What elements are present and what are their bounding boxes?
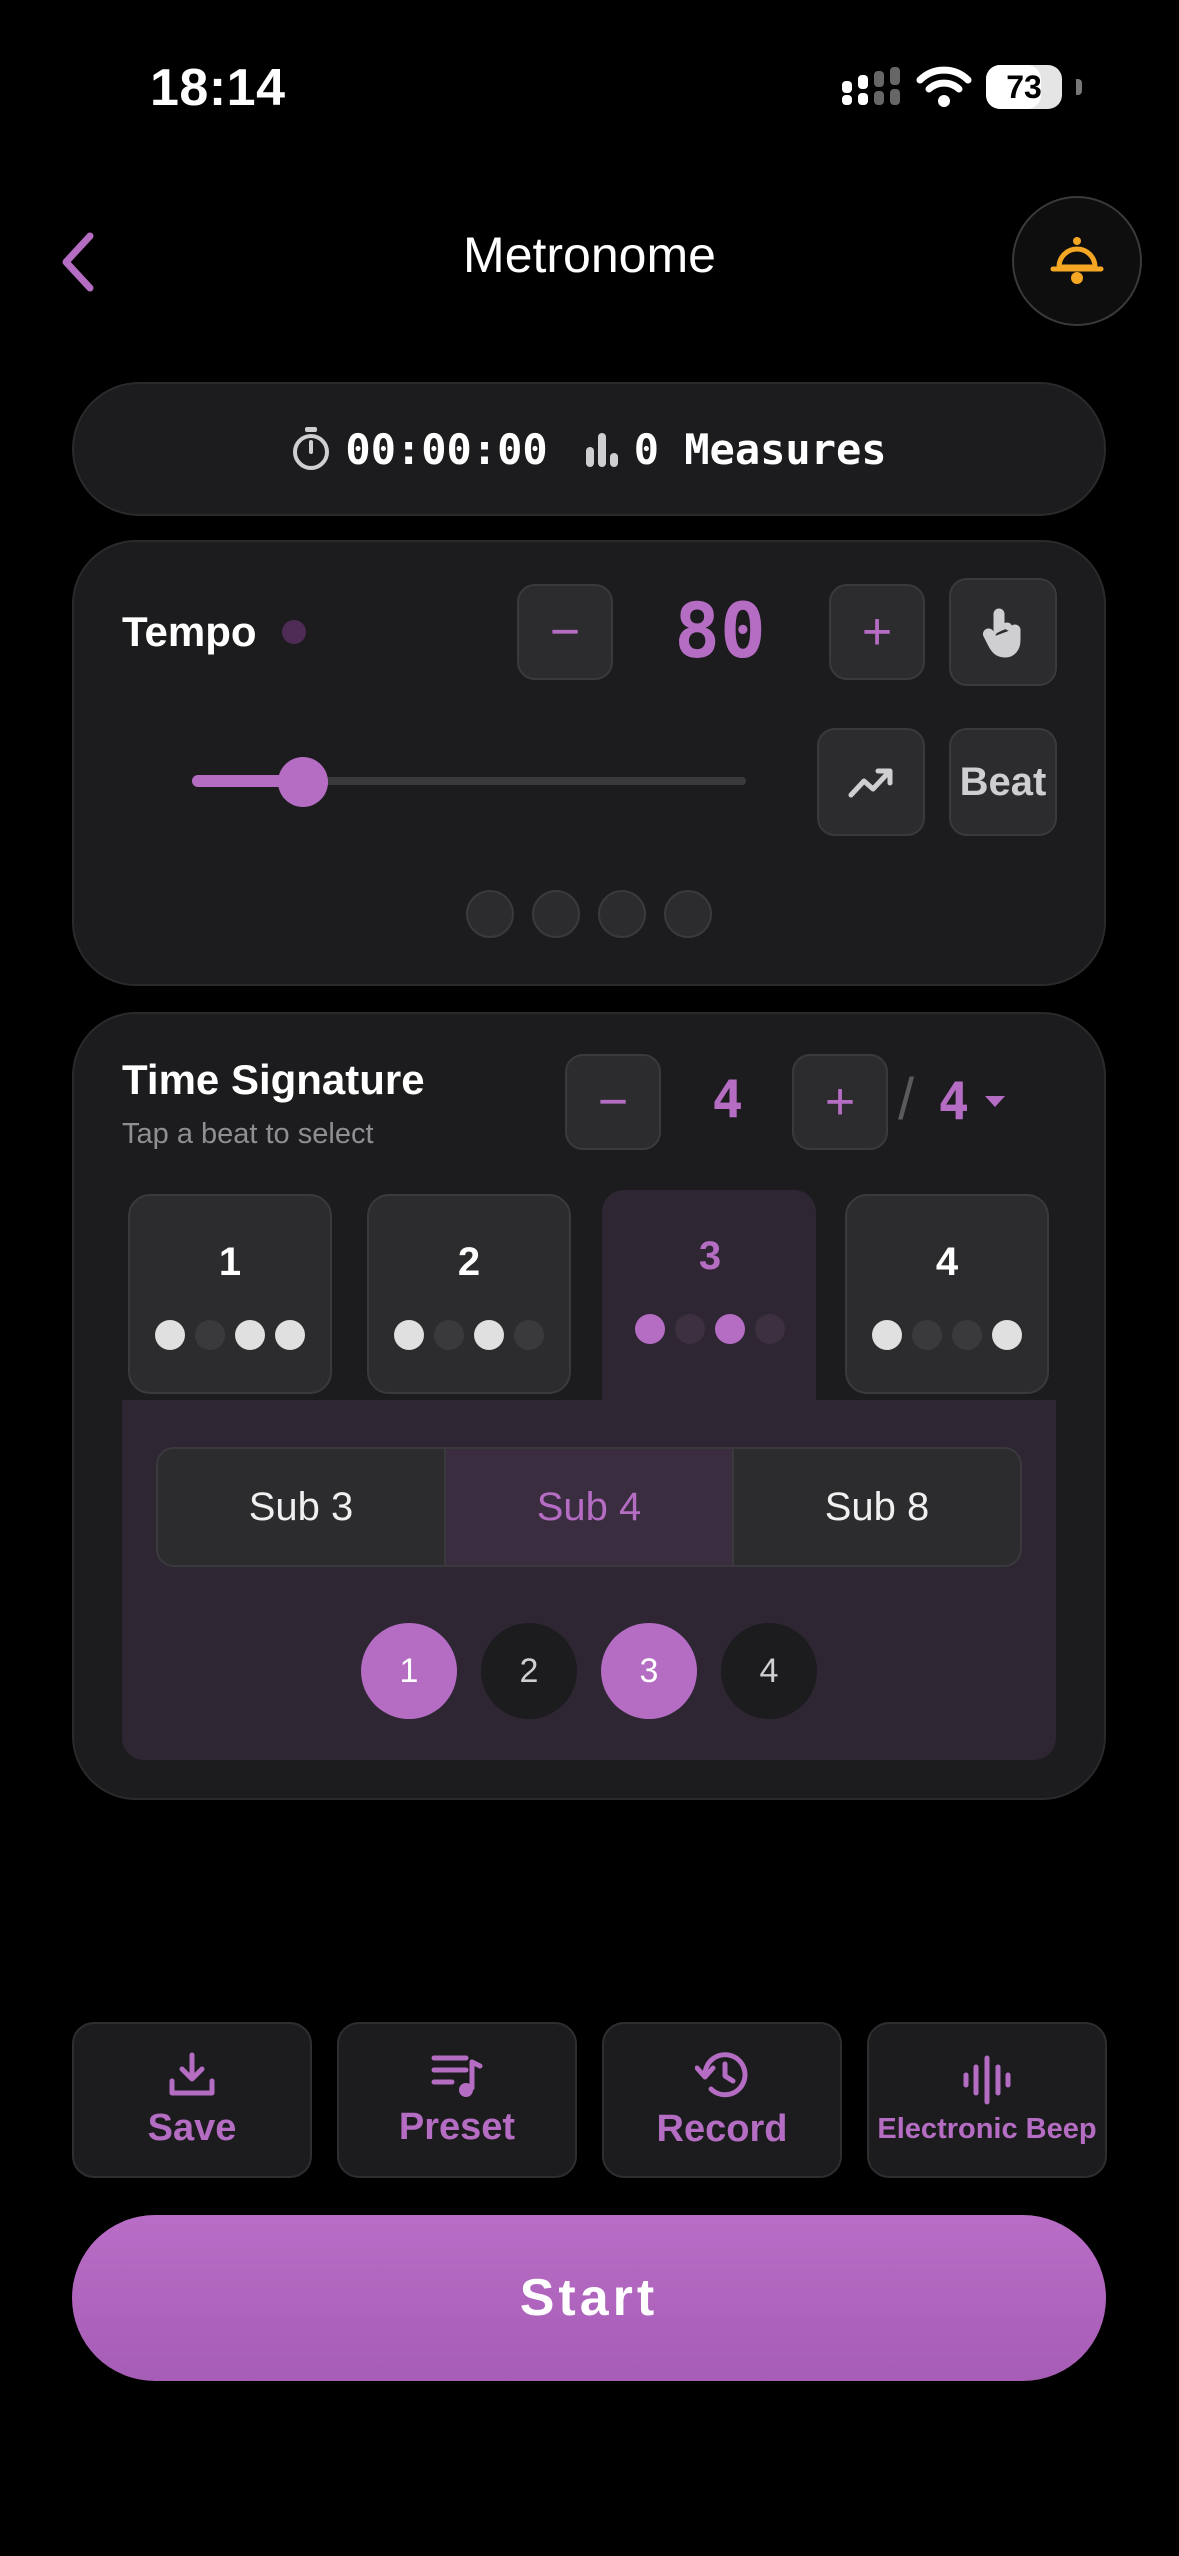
beat-progress-dot	[598, 890, 646, 938]
pattern-dot	[514, 1320, 544, 1350]
tempo-value[interactable]: 80	[640, 586, 800, 675]
sound-label: Electronic Beep	[877, 2112, 1097, 2145]
pattern-dot	[434, 1320, 464, 1350]
tap-hand-icon	[983, 608, 1021, 658]
pattern-dot	[474, 1320, 504, 1350]
denominator-dropdown[interactable]: 4	[938, 1060, 1007, 1144]
elapsed-time: 00:00:00	[345, 424, 548, 474]
numerator-value: 4	[711, 1070, 744, 1130]
battery-level: 73	[1006, 68, 1042, 105]
denominator-value: 4	[938, 1072, 970, 1132]
beat-tile-4[interactable]: 4	[845, 1194, 1049, 1394]
pattern-dot	[715, 1314, 745, 1344]
status-time: 18:14	[150, 59, 286, 117]
session-stats: 00:00:00 0 Measures	[72, 382, 1106, 516]
beat-mode-button[interactable]: Beat	[949, 728, 1057, 836]
sub-beat-1-toggle[interactable]: 1	[361, 1623, 457, 1719]
pattern-dot	[635, 1314, 665, 1344]
pattern-dot	[952, 1320, 982, 1350]
save-label: Save	[147, 2106, 237, 2149]
subdivision-segmented-control: Sub 3 Sub 4 Sub 8	[156, 1447, 1022, 1567]
time-signature-hint: Tap a beat to select	[122, 1118, 374, 1150]
beat-tile-3[interactable]: 3	[603, 1190, 817, 1390]
wifi-icon	[916, 66, 972, 107]
battery-indicator: 73	[986, 65, 1062, 109]
numerator-increase-button[interactable]: +	[792, 1054, 888, 1150]
tempo-label: Tempo	[122, 608, 257, 655]
sub-beat-2-toggle[interactable]: 2	[481, 1623, 577, 1719]
pattern-dot	[992, 1320, 1022, 1350]
page-title: Metronome	[463, 227, 716, 283]
battery-tip	[1076, 79, 1082, 95]
measures-bars-icon	[585, 433, 618, 467]
preset-label: Preset	[398, 2105, 516, 2148]
music-playlist-icon	[431, 2055, 483, 2097]
beat-number: 3	[698, 1234, 722, 1278]
tempo-decrease-button[interactable]: −	[517, 584, 613, 680]
pattern-dot	[755, 1314, 785, 1344]
download-icon	[169, 2052, 215, 2095]
measure-count: 0 Measures	[633, 424, 887, 474]
signature-slash: /	[898, 1067, 915, 1132]
record-label: Record	[656, 2107, 788, 2150]
cellular-signal-icon	[842, 67, 900, 105]
stopwatch-icon	[293, 427, 330, 470]
sound-select-button[interactable]: Electronic Beep	[867, 2022, 1107, 2178]
sub-beat-3-toggle[interactable]: 3	[601, 1623, 697, 1719]
tempo-ramp-button[interactable]	[817, 728, 925, 836]
beat-pattern-dots	[603, 1314, 817, 1344]
sub-beat-4-toggle[interactable]: 4	[721, 1623, 817, 1719]
sub-8-option[interactable]: Sub 8	[732, 1449, 1020, 1565]
sound-wave-icon	[963, 2055, 1011, 2104]
trend-up-icon	[848, 768, 893, 798]
pattern-dot	[155, 1320, 185, 1350]
preset-button[interactable]: Preset	[337, 2022, 577, 2178]
caret-down-icon	[985, 1096, 1006, 1107]
beat-progress-dot	[466, 890, 514, 938]
beat-indicator-dot	[282, 620, 306, 644]
beat-progress-dots	[466, 890, 712, 938]
beat-pattern-dots	[130, 1320, 330, 1350]
beat-number: 1	[218, 1240, 242, 1284]
bell-button[interactable]	[1012, 196, 1142, 326]
bell-icon	[1050, 237, 1104, 284]
sub-4-option[interactable]: Sub 4	[444, 1449, 732, 1565]
beat-progress-dot	[532, 890, 580, 938]
tap-tempo-button[interactable]	[949, 578, 1057, 686]
beat-tile-1[interactable]: 1	[128, 1194, 332, 1394]
numerator-decrease-button[interactable]: −	[565, 1054, 661, 1150]
record-button[interactable]: Record	[602, 2022, 842, 2178]
pattern-dot	[912, 1320, 942, 1350]
pattern-dot	[235, 1320, 265, 1350]
tempo-increase-button[interactable]: +	[829, 584, 925, 680]
pattern-dot	[195, 1320, 225, 1350]
pattern-dot	[872, 1320, 902, 1350]
pattern-dot	[394, 1320, 424, 1350]
beat-number: 4	[935, 1240, 959, 1284]
beat-pattern-dots	[369, 1320, 569, 1350]
save-button[interactable]: Save	[72, 2022, 312, 2178]
beat-number: 2	[457, 1240, 481, 1284]
sub-beat-row: 1 2 3 4	[361, 1623, 817, 1719]
pattern-dot	[675, 1314, 705, 1344]
beat-progress-dot	[664, 890, 712, 938]
status-icons: 73	[840, 62, 1082, 112]
start-button[interactable]: Start	[72, 2215, 1106, 2381]
pattern-dot	[275, 1320, 305, 1350]
history-icon	[695, 2051, 748, 2097]
time-signature-label: Time Signature	[122, 1056, 425, 1103]
beat-pattern-dots	[847, 1320, 1047, 1350]
sub-3-option[interactable]: Sub 3	[158, 1449, 444, 1565]
tempo-slider-thumb[interactable]	[277, 757, 328, 807]
beat-tile-2[interactable]: 2	[367, 1194, 571, 1394]
